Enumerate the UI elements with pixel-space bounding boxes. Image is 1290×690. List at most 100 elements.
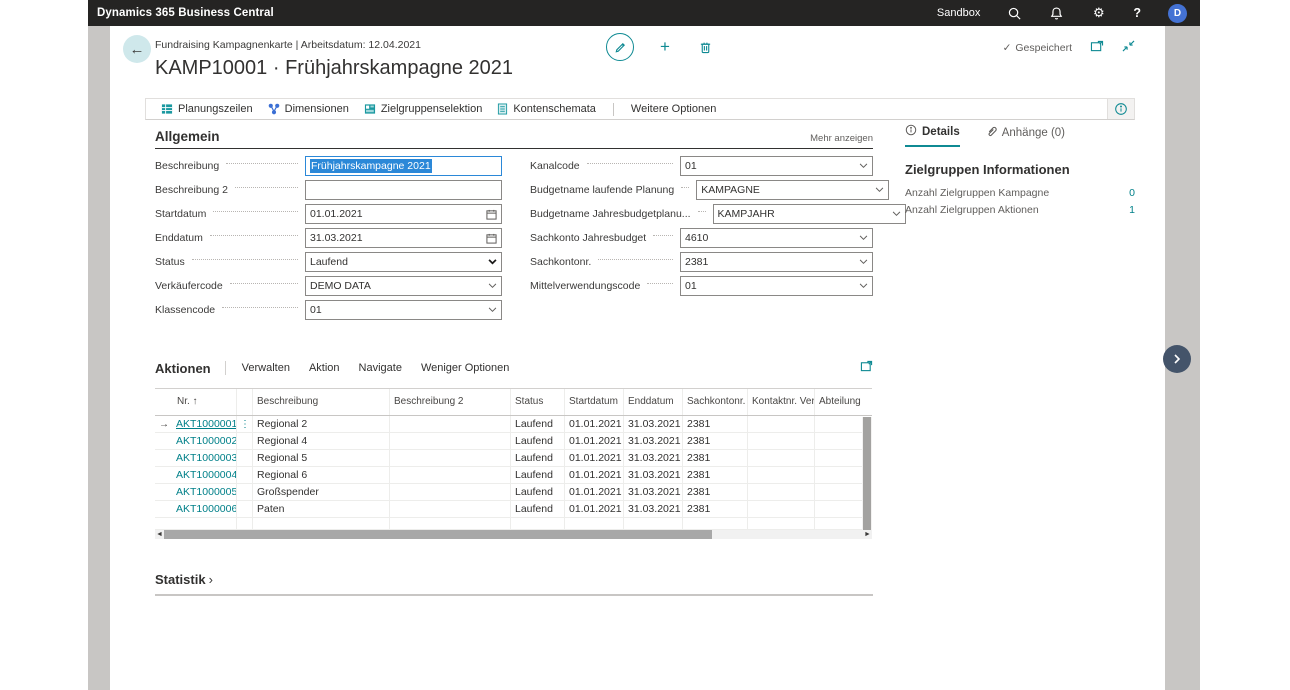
info-icon <box>905 124 917 139</box>
chevron-down-icon[interactable] <box>875 187 884 193</box>
ribbon-planungszeilen[interactable]: Planungszeilen <box>161 103 253 115</box>
table-vertical-scrollbar[interactable] <box>862 417 872 538</box>
scrollbar-thumb[interactable] <box>164 530 712 539</box>
ribbon-dimensionen[interactable]: Dimensionen <box>268 103 349 115</box>
chevron-down-icon[interactable] <box>859 163 868 169</box>
statistik-title: Statistik <box>155 572 206 587</box>
tab-anhaenge[interactable]: Anhänge (0) <box>986 124 1065 147</box>
show-more-link[interactable]: Mehr anzeigen <box>810 133 873 144</box>
menu-weniger-optionen[interactable]: Weniger Optionen <box>421 362 509 374</box>
record-link[interactable]: AKT1000005 <box>176 486 237 498</box>
field-kanalcode: Kanalcode 01 <box>530 156 873 176</box>
factbox-info-button[interactable] <box>1107 99 1134 119</box>
startdatum-input[interactable]: 01.01.2021 <box>305 204 502 224</box>
help-icon[interactable]: ? <box>1133 6 1141 20</box>
dimensions-icon <box>268 103 280 115</box>
beschreibung-input[interactable]: Frühjahrskampagne 2021 <box>305 156 502 176</box>
ribbon-zielgruppenselektion[interactable]: Zielgruppenselektion <box>364 103 483 115</box>
field-enddatum: Enddatum 31.03.2021 <box>155 228 502 248</box>
form-column-left: Beschreibung Frühjahrskampagne 2021 Besc… <box>155 156 502 320</box>
menu-navigate[interactable]: Navigate <box>359 362 402 374</box>
chevron-down-icon[interactable] <box>488 259 497 265</box>
status-select[interactable]: Laufend <box>305 252 502 272</box>
environment-badge[interactable]: Sandbox <box>937 7 980 19</box>
field-budgetname-laufende-planung: Budgetname laufende Planung KAMPAGNE <box>530 180 873 200</box>
record-link[interactable]: AKT1000004 <box>176 469 237 481</box>
record-link[interactable]: AKT1000002 <box>176 435 237 447</box>
table-row[interactable]: AKT1000005 Großspender Laufend 01.01.202… <box>155 484 872 501</box>
calendar-icon[interactable] <box>486 209 497 220</box>
settings-gear-icon[interactable]: ⚙ <box>1091 6 1106 21</box>
chevron-right-icon: › <box>209 572 213 587</box>
app-title[interactable]: Dynamics 365 Business Central <box>88 7 274 19</box>
budgetname-jahresbudgetplanung-lookup[interactable]: KAMPJAHR <box>713 204 906 224</box>
new-record-button[interactable]: + <box>656 38 674 56</box>
ribbon-divider <box>613 103 614 116</box>
tab-details[interactable]: Details <box>905 124 960 147</box>
ribbon-kontenschemata[interactable]: Kontenschemata <box>497 103 596 115</box>
enddatum-input[interactable]: 31.03.2021 <box>305 228 502 248</box>
col-status[interactable]: Status <box>511 389 565 415</box>
popout-window-icon[interactable] <box>1090 39 1104 57</box>
klassencode-lookup[interactable]: 01 <box>305 300 502 320</box>
factbox-row: Anzahl Zielgruppen Kampagne 0 <box>905 184 1135 201</box>
table-row[interactable]: AKT1000006 Paten Laufend 01.01.2021 31.0… <box>155 501 872 518</box>
budgetname-laufende-planung-lookup[interactable]: KAMPAGNE <box>696 180 889 200</box>
delete-trash-button[interactable] <box>696 38 714 56</box>
notifications-bell-icon[interactable] <box>1049 6 1064 21</box>
kanalcode-lookup[interactable]: 01 <box>680 156 873 176</box>
avatar[interactable]: D <box>1168 4 1187 23</box>
search-icon[interactable] <box>1007 6 1022 21</box>
col-beschreibung-2[interactable]: Beschreibung 2 <box>390 389 511 415</box>
calendar-icon[interactable] <box>486 233 497 244</box>
field-sachkonto-jahresbudget: Sachkonto Jahresbudget 4610 <box>530 228 873 248</box>
table-row[interactable]: AKT1000003 Regional 5 Laufend 01.01.2021… <box>155 450 872 467</box>
col-enddatum[interactable]: Enddatum <box>624 389 683 415</box>
section-statistik-header[interactable]: Statistik › <box>155 572 873 596</box>
paperclip-icon <box>986 125 997 140</box>
scroll-right-icon[interactable]: ► <box>863 530 872 539</box>
current-row-arrow-icon: → <box>159 419 176 430</box>
table-row[interactable]: AKT1000004 Regional 6 Laufend 01.01.2021… <box>155 467 872 484</box>
edit-pencil-button[interactable] <box>606 33 634 61</box>
sachkonto-jahresbudget-lookup[interactable]: 4610 <box>680 228 873 248</box>
col-beschreibung[interactable]: Beschreibung <box>253 389 390 415</box>
collapse-icon[interactable] <box>1122 39 1135 57</box>
chevron-down-icon[interactable] <box>488 283 497 289</box>
ribbon-more-options[interactable]: Weitere Optionen <box>631 103 716 115</box>
col-kontaktnr-veranlasser[interactable]: Kontaktnr. Veranlasser <box>748 389 815 415</box>
planning-lines-icon <box>161 103 173 115</box>
record-link[interactable]: AKT1000006 <box>176 503 237 515</box>
menu-aktion[interactable]: Aktion <box>309 362 340 374</box>
ribbon: Planungszeilen Dimensionen Zielgruppense… <box>145 98 1135 120</box>
zielgruppen-aktionen-count[interactable]: 1 <box>1129 204 1135 216</box>
table-row[interactable]: AKT1000002 Regional 4 Laufend 01.01.2021… <box>155 433 872 450</box>
beschreibung-2-input[interactable] <box>305 180 502 200</box>
chevron-down-icon[interactable] <box>859 283 868 289</box>
verkaeufercode-lookup[interactable]: DEMO DATA <box>305 276 502 296</box>
field-mittelverwendungscode: Mittelverwendungscode 01 <box>530 276 873 296</box>
chevron-down-icon[interactable] <box>859 235 868 241</box>
col-abteilung-code[interactable]: Abteilung Code <box>815 389 862 415</box>
record-link[interactable]: AKT1000001 <box>176 418 237 430</box>
scroll-left-icon[interactable]: ◄ <box>155 530 164 539</box>
open-in-new-window-icon[interactable] <box>860 359 873 377</box>
col-startdatum[interactable]: Startdatum <box>565 389 624 415</box>
col-sachkontonr[interactable]: Sachkontonr. <box>683 389 748 415</box>
section-allgemein-header[interactable]: Allgemein Mehr anzeigen <box>155 129 873 149</box>
factbox-row: Anzahl Zielgruppen Aktionen 1 <box>905 201 1135 218</box>
chevron-down-icon[interactable] <box>859 259 868 265</box>
table-horizontal-scrollbar[interactable]: ◄ ► <box>155 530 872 539</box>
row-kebab-menu-icon[interactable]: ⋮ <box>240 419 250 430</box>
sachkontonr-lookup[interactable]: 2381 <box>680 252 873 272</box>
back-button[interactable]: ← <box>123 35 151 63</box>
chevron-down-icon[interactable] <box>892 211 901 217</box>
zielgruppen-kampagne-count[interactable]: 0 <box>1129 187 1135 199</box>
chevron-down-icon[interactable] <box>488 307 497 313</box>
mittelverwendungscode-lookup[interactable]: 01 <box>680 276 873 296</box>
next-record-button[interactable] <box>1163 345 1191 373</box>
record-link[interactable]: AKT1000003 <box>176 452 237 464</box>
table-row[interactable]: →AKT1000001 ⋮ Regional 2 Laufend 01.01.2… <box>155 416 872 433</box>
menu-verwalten[interactable]: Verwalten <box>242 362 290 374</box>
col-nr[interactable]: Nr. ↑ <box>155 389 237 415</box>
